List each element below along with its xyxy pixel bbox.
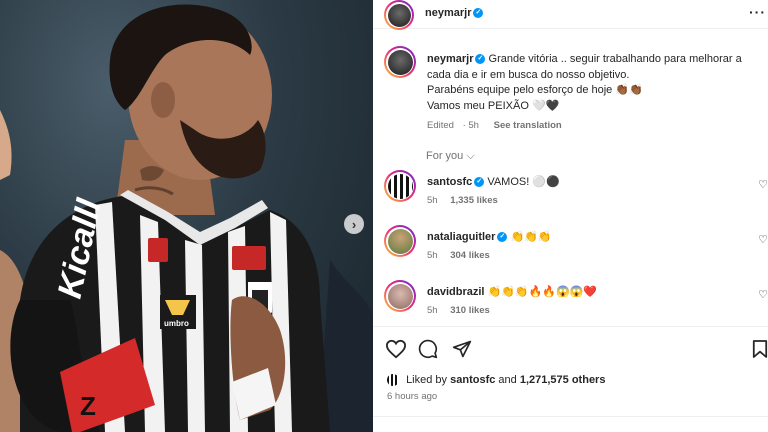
comment-sort-dropdown[interactable]: For you ⌵ [426,150,475,163]
comment-time: 5h [427,250,438,261]
commenter-username[interactable]: nataliaguitler ✓ [427,231,508,243]
comment-meta: 5h 1,335 likes [427,195,498,206]
comment-item: nataliaguitler ✓ 👏👏👏 5h 304 likes ♡ [384,225,768,269]
svg-text:umbro: umbro [164,319,189,328]
bookmark-icon[interactable] [752,339,768,359]
post-time-ago: 6 hours ago [387,391,438,402]
comment-meta: 5h 304 likes [427,250,490,261]
liker-username[interactable]: santosfc [450,374,495,386]
comment-time: 5h [427,195,438,206]
comment-icon[interactable] [418,339,438,359]
next-photo-button[interactable]: › [344,214,364,234]
commenter-avatar[interactable] [384,225,416,257]
heart-icon[interactable] [385,339,407,359]
post-header: neymarjr ✓ ··· [373,0,768,30]
comment-sort-label: For you [426,150,464,162]
caption-line: Grande vitória .. seguir trabalhando par… [488,53,742,65]
comment-text: nataliaguitler ✓ 👏👏👏 [427,231,552,243]
commenter-avatar[interactable] [384,170,416,202]
liker-avatar[interactable] [387,374,399,387]
caption-username[interactable]: neymarjr ✓ [427,53,489,65]
verified-badge-icon: ✓ [497,232,508,243]
see-translation-link[interactable]: See translation [494,120,562,131]
chevron-down-icon: ⌵ [466,150,475,162]
comment-item: santosfc ✓ VAMOS! ⚪⚫ 5h 1,335 likes ♡ [384,170,768,214]
verified-badge-icon: ✓ [473,8,484,19]
commenter-username[interactable]: santosfc ✓ [427,176,485,188]
commenter-avatar[interactable] [384,280,416,312]
author-avatar[interactable] [384,0,414,30]
share-icon[interactable] [452,339,472,359]
more-options-icon[interactable]: ··· [749,4,766,20]
caption-line: Vamos meu PEIXÃO 🤍🖤 [427,99,560,112]
comment-like-heart-icon[interactable]: ♡ [758,288,768,301]
svg-text:Z: Z [80,391,96,421]
comment-likes[interactable]: 304 likes [450,250,490,261]
liked-by-summary: Liked by santosfc and 1,271,575 others [387,374,606,387]
edited-label: Edited · 5h [427,120,479,131]
comment-meta: 5h 310 likes [427,305,490,316]
caption-body: neymarjr ✓ Grande vitória .. seguir traba… [427,52,762,134]
comment-like-heart-icon[interactable]: ♡ [758,178,768,191]
caption-line: cada dia e ir em busca do nosso objetivo… [427,68,630,81]
comment-likes[interactable]: 310 likes [450,305,490,316]
author-username[interactable]: neymarjr ✓ [425,7,484,19]
comment-text: davidbrazil 👏👏👏🔥🔥😱😱❤️ [427,286,598,298]
comment-like-heart-icon[interactable]: ♡ [758,233,768,246]
comment-likes[interactable]: 1,335 likes [450,195,498,206]
comment-item: davidbrazil 👏👏👏🔥🔥😱😱❤️ 5h 310 likes ♡ [384,280,768,324]
caption-line: Parabéns equipe pelo esforço de hoje 👏🏾👏… [427,84,643,96]
verified-badge-icon: ✓ [475,54,486,65]
likes-count[interactable]: 1,271,575 others [520,374,606,386]
verified-badge-icon: ✓ [474,177,485,188]
caption-author-avatar[interactable] [384,46,416,78]
comment-time: 5h [427,305,438,316]
player-illustration: Kicalll umbro Z [0,4,373,432]
caption-meta: Edited · 5h See translation [427,118,762,134]
post-photo: Kicalll umbro Z › [0,0,373,432]
divider [373,416,768,417]
comment-text: santosfc ✓ VAMOS! ⚪⚫ [427,176,560,188]
post-details-panel: neymarjr ✓ ··· neymarjr ✓ Grande vitória .… [373,0,768,432]
commenter-username[interactable]: davidbrazil [427,286,484,298]
